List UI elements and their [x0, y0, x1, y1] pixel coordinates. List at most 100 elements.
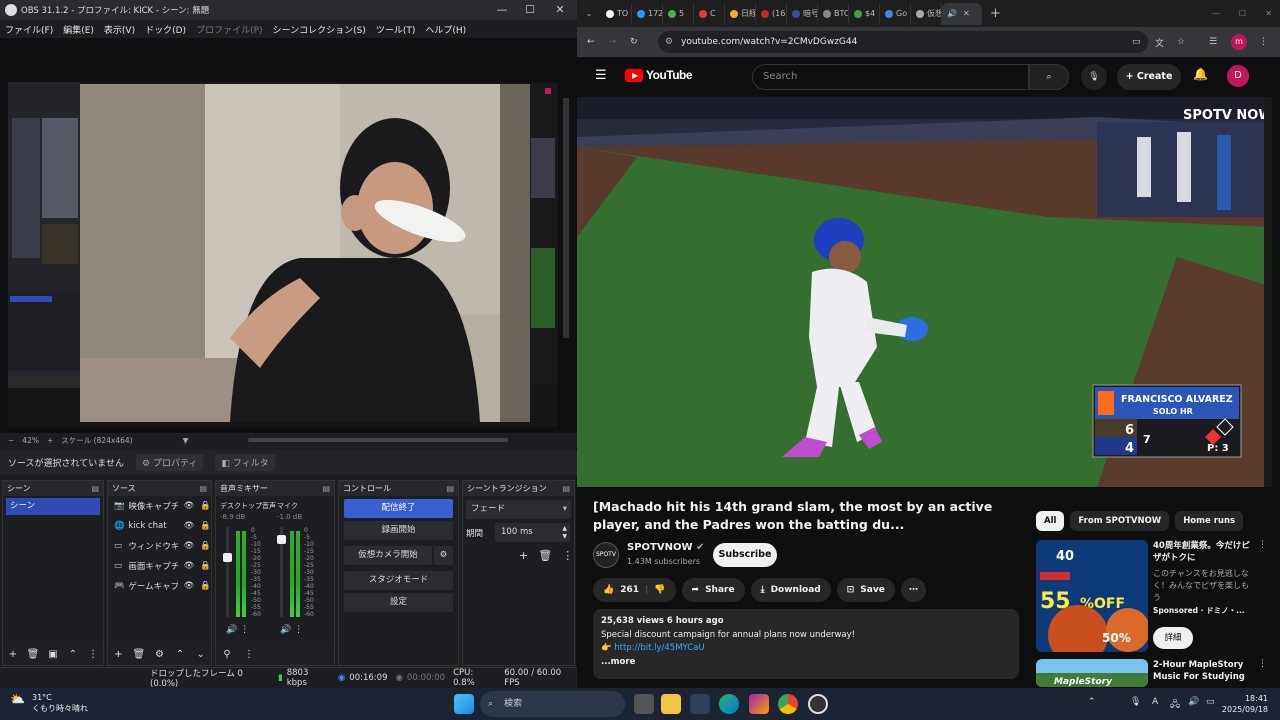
taskbar-clock[interactable]: 18:41 2025/09/18 [1222, 693, 1268, 715]
copilot-icon[interactable] [749, 694, 769, 714]
chip-from-channel[interactable]: From SPOTVNOW [1070, 511, 1170, 531]
scene-up-button[interactable]: ⌃ [63, 649, 83, 660]
menu-view[interactable]: 表示(V) [99, 23, 140, 36]
store-icon[interactable] [690, 694, 710, 714]
stop-stream-button[interactable]: 配信終了 [344, 499, 453, 518]
tab[interactable]: 仮想 [911, 2, 942, 25]
reload-icon[interactable]: ↻ [630, 37, 638, 47]
task-view-icon[interactable] [634, 694, 654, 714]
ad-thumbnail[interactable]: 40 55 %OFF 50% [1036, 540, 1148, 652]
duration-input[interactable]: 100 ms ▲ ▼ [495, 523, 571, 542]
eye-icon[interactable]: 👁 [184, 521, 195, 531]
tab[interactable]: 172 [632, 2, 663, 25]
minimize-button[interactable]: — [487, 0, 517, 20]
menu-edit[interactable]: 編集(E) [58, 23, 99, 36]
add-scene-button[interactable]: + [3, 649, 23, 660]
virtual-camera-settings-icon[interactable]: ⚙ [434, 546, 453, 565]
close-button[interactable]: ✕ [1265, 9, 1272, 18]
share-button[interactable]: ➦ Share [681, 578, 745, 602]
network-icon[interactable]: 🖧 [1170, 697, 1180, 713]
ime-icon[interactable]: A [1152, 697, 1158, 707]
dock-menu-icon[interactable]: ▤ [322, 481, 330, 496]
filters-button[interactable]: ◧ フィルタ [215, 454, 275, 471]
scene-item[interactable]: シーン [6, 498, 100, 515]
tab[interactable]: 日経 [725, 2, 756, 25]
dock-menu-icon[interactable]: ▤ [446, 481, 454, 496]
description-link[interactable]: http://bit.ly/45MYCaU [614, 643, 704, 653]
lock-icon[interactable]: 🔒 [200, 561, 211, 571]
ad-details-button[interactable]: 詳細 [1153, 627, 1193, 649]
volume-icon[interactable]: 🔊 [1188, 697, 1199, 707]
add-source-button[interactable]: + [108, 649, 129, 660]
bookmark-star-icon[interactable]: ☆ [1177, 37, 1185, 47]
dock-menu-icon[interactable]: ▤ [199, 481, 207, 496]
preview-hscrollbar[interactable] [248, 438, 509, 442]
mixer-link-icon[interactable]: ⚲ [216, 649, 238, 660]
tab-search-icon[interactable]: ⌄ [577, 9, 601, 18]
close-button[interactable]: ✕ [545, 0, 575, 20]
file-explorer-icon[interactable] [661, 694, 681, 714]
download-button[interactable]: ⤓ Download [750, 578, 831, 602]
ad-more-icon[interactable]: ⋮ [1258, 540, 1267, 550]
dock-menu-icon[interactable]: ▤ [562, 481, 570, 496]
source-down-button[interactable]: ⌄ [190, 649, 211, 660]
reading-list-icon[interactable]: ☰ [1209, 37, 1217, 47]
chrome-icon[interactable] [778, 694, 798, 714]
source-properties-button[interactable]: ⚙ [149, 649, 170, 660]
scene-filter-button[interactable]: ▣ [43, 649, 63, 660]
lock-icon[interactable]: 🔒 [200, 581, 211, 591]
tab[interactable]: C [694, 2, 725, 25]
channel-avatar[interactable]: SPOTV [593, 542, 619, 568]
zoom-in-button[interactable]: + [47, 436, 53, 445]
show-more-link[interactable]: ...more [601, 656, 1011, 670]
studio-mode-button[interactable]: スタジオモード [344, 571, 453, 590]
more-actions-button[interactable]: ⋯ [900, 578, 926, 602]
desktop-mute-icon[interactable]: 🔊 ⋮ [226, 625, 249, 635]
maximize-button[interactable]: ☐ [1239, 9, 1246, 18]
thumbs-down-icon[interactable]: 👎 [654, 578, 665, 602]
bell-icon[interactable]: 🔔 [1193, 67, 1208, 81]
lock-icon[interactable]: 🔒 [200, 501, 211, 511]
virtual-camera-button[interactable]: 仮想カメラ開始 [344, 546, 432, 565]
page-scrollbar[interactable] [1264, 97, 1272, 487]
chrome-menu-icon[interactable]: ⋮ [1259, 37, 1268, 47]
source-up-button[interactable]: ⌃ [170, 649, 191, 660]
recommended-ad[interactable]: 40 55 %OFF 50% 40周年創業祭。今だけピザがトクに このチャンスを… [1036, 540, 1267, 655]
tab[interactable]: 暗号 [787, 2, 818, 25]
slider-handle[interactable] [277, 535, 286, 544]
scale-dropdown-icon[interactable]: ▼ [183, 436, 189, 445]
scene-more-button[interactable]: ⋮ [83, 649, 103, 660]
url-input[interactable]: ⚙ youtube.com/watch?v=2CMvDGwzG44 [658, 31, 1148, 53]
desktop-volume-slider[interactable] [223, 527, 232, 617]
tab[interactable]: 5 [663, 2, 694, 25]
source-item[interactable]: ▭ 画面キャプチ 👁 🔒 [108, 556, 211, 576]
ad-title[interactable]: 40周年創業祭。今だけピザがトクに [1153, 540, 1253, 564]
tab[interactable]: BTC [818, 2, 849, 25]
windows-start-icon[interactable] [454, 694, 474, 714]
zoom-out-button[interactable]: − [8, 436, 14, 445]
like-button[interactable]: 👍 261 | 👎 [593, 578, 676, 602]
transition-select[interactable]: フェード ▾ [466, 500, 571, 519]
tray-chevron-icon[interactable]: ⌃ [1088, 697, 1096, 707]
weather-widget[interactable]: ⛅ 31°C くもり時々晴れ [10, 692, 88, 714]
eye-icon[interactable]: 👁 [184, 541, 195, 551]
back-icon[interactable]: ← [587, 37, 595, 47]
remove-scene-button[interactable]: 🗑 [23, 649, 43, 660]
subscribe-button[interactable]: Subscribe [713, 543, 777, 567]
source-item[interactable]: ▭ ウィンドウキャ 👁 🔒 [108, 536, 211, 556]
menu-scene-collection[interactable]: シーンコレクション(S) [268, 23, 371, 36]
maximize-button[interactable]: ☐ [515, 0, 545, 20]
mic-volume-slider[interactable] [277, 527, 286, 617]
start-recording-button[interactable]: 録画開始 [344, 521, 453, 540]
source-item[interactable]: 📷 映像キャプチ 👁 🔒 [108, 496, 211, 516]
video-more-icon[interactable]: ⋮ [1258, 659, 1266, 669]
tab-active[interactable]: 🔊 ✕ [942, 2, 982, 25]
obs-app-icon[interactable] [808, 694, 828, 714]
cast-icon[interactable]: ▭ [1132, 37, 1141, 47]
taskbar-search[interactable]: ⌕ 検索 [480, 691, 625, 717]
mic-mute-icon[interactable]: 🔊 ⋮ [280, 625, 303, 635]
tab-close-icon[interactable]: ✕ [963, 9, 970, 18]
channel-name[interactable]: SPOTVNOW ✔ [627, 542, 704, 553]
video-description[interactable]: 25,638 views 6 hours ago Special discoun… [593, 609, 1019, 679]
video-player[interactable]: SPOTV NOW FRANCISCO ALVAREZ SOLO HR 6 4 … [577, 97, 1272, 487]
